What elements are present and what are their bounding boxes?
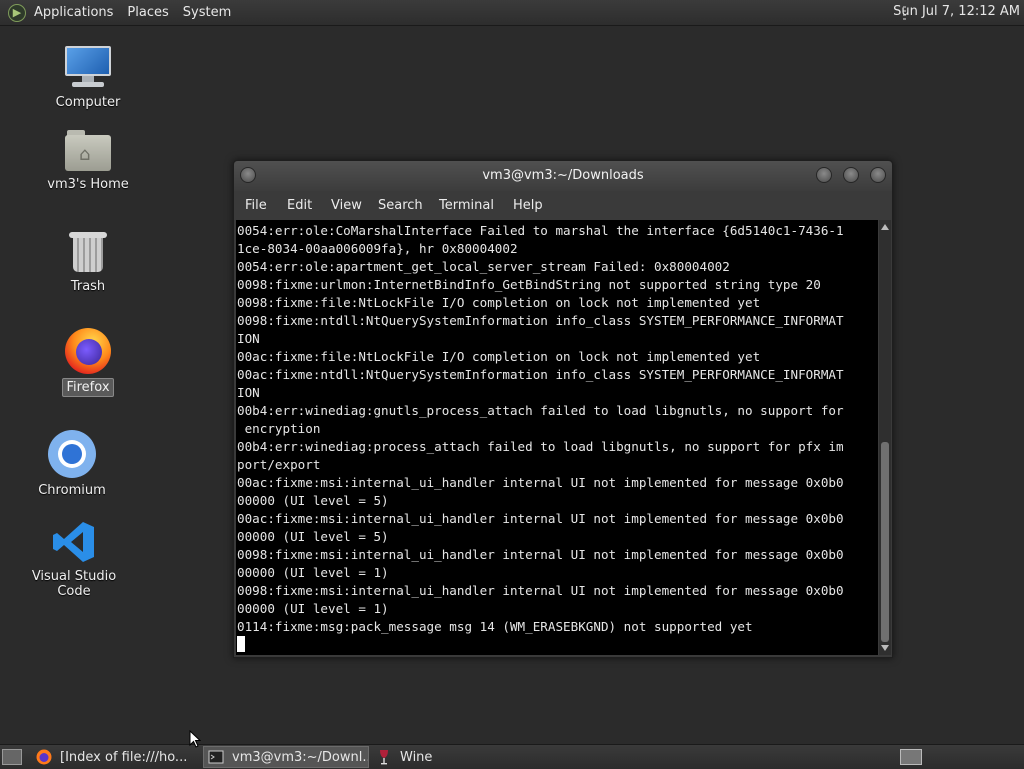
menu-places[interactable]: Places: [127, 5, 168, 20]
menu-file[interactable]: File: [245, 198, 267, 213]
top-panel: ▶ Applications Places System Sun Jul 7, …: [0, 0, 1024, 26]
terminal-window[interactable]: vm3@vm3:~/Downloads File Edit View Searc…: [233, 160, 893, 658]
computer-icon: [64, 46, 112, 90]
terminal-line: 0098:fixme:urlmon:InternetBindInfo_GetBi…: [237, 277, 821, 292]
mouse-pointer-icon: [189, 730, 201, 748]
terminal-text: 0054:err:ole:CoMarshalInterface Failed t…: [237, 222, 844, 654]
terminal-line: 00000 (UI level = 5): [237, 529, 389, 544]
terminal-line: 00ac:fixme:file:NtLockFile I/O completio…: [237, 349, 761, 364]
desktop-icon-computer[interactable]: Computer: [28, 46, 148, 111]
terminal-line: ION: [237, 385, 260, 400]
clock[interactable]: Sun Jul 7, 12:12 AM: [893, 4, 1020, 19]
terminal-line: 0098:fixme:msi:internal_ui_handler inter…: [237, 583, 844, 598]
taskbar-item-wine[interactable]: Wine: [376, 746, 466, 768]
menu-applications[interactable]: Applications: [34, 5, 113, 20]
terminal-line: 00000 (UI level = 5): [237, 493, 389, 508]
taskbar-item-terminal[interactable]: vm3@vm3:~/Downl...: [203, 746, 369, 768]
desktop-icon-home[interactable]: ⌂ vm3's Home: [28, 130, 148, 193]
trash-icon: [69, 230, 107, 274]
desktop-icon-chromium[interactable]: Chromium: [12, 430, 132, 499]
scroll-up-arrow-icon[interactable]: [881, 224, 889, 230]
wine-glass-icon: [380, 750, 388, 765]
menu-system[interactable]: System: [183, 5, 231, 20]
firefox-icon: [36, 749, 52, 765]
desktop-icon-label: vm3's Home: [47, 177, 129, 192]
desktop-icon-trash[interactable]: Trash: [28, 230, 148, 295]
terminal-icon: [208, 750, 224, 764]
scroll-down-arrow-icon[interactable]: [881, 645, 889, 651]
taskbar-item-label: Wine: [400, 749, 433, 765]
terminal-menubar: File Edit View Search Terminal Help: [234, 191, 892, 219]
taskbar-item-label: [Index of file:///ho...: [60, 749, 188, 765]
taskbar-item-firefox[interactable]: [Index of file:///ho...: [36, 746, 196, 768]
desktop-icon-vscode[interactable]: Visual Studio Code: [14, 520, 134, 600]
terminal-line: 0054:err:ole:apartment_get_local_server_…: [237, 259, 730, 274]
menu-help[interactable]: Help: [513, 198, 543, 213]
terminal-line: 00000 (UI level = 1): [237, 601, 389, 616]
desktop-icon-firefox[interactable]: Firefox: [28, 328, 148, 397]
terminal-line: 00b4:err:winediag:gnutls_process_attach …: [237, 403, 844, 418]
menu-view[interactable]: View: [331, 198, 362, 213]
terminal-line: port/export: [237, 457, 321, 472]
terminal-line: 0114:fixme:msg:pack_message msg 14 (WM_E…: [237, 619, 753, 634]
workspace-switcher[interactable]: [900, 749, 922, 765]
terminal-line: 0098:fixme:msi:internal_ui_handler inter…: [237, 547, 844, 562]
firefox-icon: [65, 328, 111, 374]
show-desktop-icon[interactable]: [2, 749, 22, 765]
chromium-icon: [48, 430, 96, 478]
scrollbar-thumb[interactable]: [881, 442, 889, 642]
minimize-button[interactable]: [816, 167, 832, 183]
vscode-icon: [52, 520, 96, 564]
menu-search[interactable]: Search: [378, 198, 423, 213]
terminal-output[interactable]: 0054:err:ole:CoMarshalInterface Failed t…: [236, 220, 878, 655]
menu-terminal[interactable]: Terminal: [439, 198, 494, 213]
desktop-icon-label: Trash: [70, 279, 106, 294]
terminal-line: ION: [237, 331, 260, 346]
terminal-line: 00ac:fixme:ntdll:NtQuerySystemInformatio…: [237, 367, 844, 382]
terminal-line: 00ac:fixme:msi:internal_ui_handler inter…: [237, 511, 844, 526]
taskbar-item-label: vm3@vm3:~/Downl...: [232, 749, 369, 765]
terminal-line: encryption: [237, 421, 321, 436]
window-titlebar[interactable]: vm3@vm3:~/Downloads: [234, 161, 892, 191]
bottom-panel: [Index of file:///ho... vm3@vm3:~/Downl.…: [0, 744, 1024, 769]
terminal-line: 0098:fixme:file:NtLockFile I/O completio…: [237, 295, 761, 310]
home-folder-icon: ⌂: [65, 130, 111, 172]
terminal-line: 00ac:fixme:msi:internal_ui_handler inter…: [237, 475, 844, 490]
maximize-button[interactable]: [843, 167, 859, 183]
terminal-line: 0098:fixme:ntdll:NtQuerySystemInformatio…: [237, 313, 844, 328]
terminal-scrollbar[interactable]: [879, 220, 891, 655]
desktop-icon-label: Visual Studio Code: [31, 569, 117, 599]
terminal-line: 1ce-8034-00aa006009fa}, hr 0x80004002: [237, 241, 518, 256]
desktop-icon-label: Chromium: [38, 483, 106, 498]
terminal-line: 00b4:err:winediag:process_attach failed …: [237, 439, 844, 454]
desktop-icon-label: Computer: [55, 95, 121, 110]
close-button[interactable]: [870, 167, 886, 183]
window-title: vm3@vm3:~/Downloads: [482, 168, 644, 183]
terminal-line: 0054:err:ole:CoMarshalInterface Failed t…: [237, 223, 844, 238]
terminal-cursor: [237, 636, 245, 652]
terminal-line: 00000 (UI level = 1): [237, 565, 389, 580]
desktop-icon-label: Firefox: [62, 378, 114, 397]
menu-edit[interactable]: Edit: [287, 198, 312, 213]
distro-logo-icon[interactable]: ▶: [8, 3, 26, 22]
